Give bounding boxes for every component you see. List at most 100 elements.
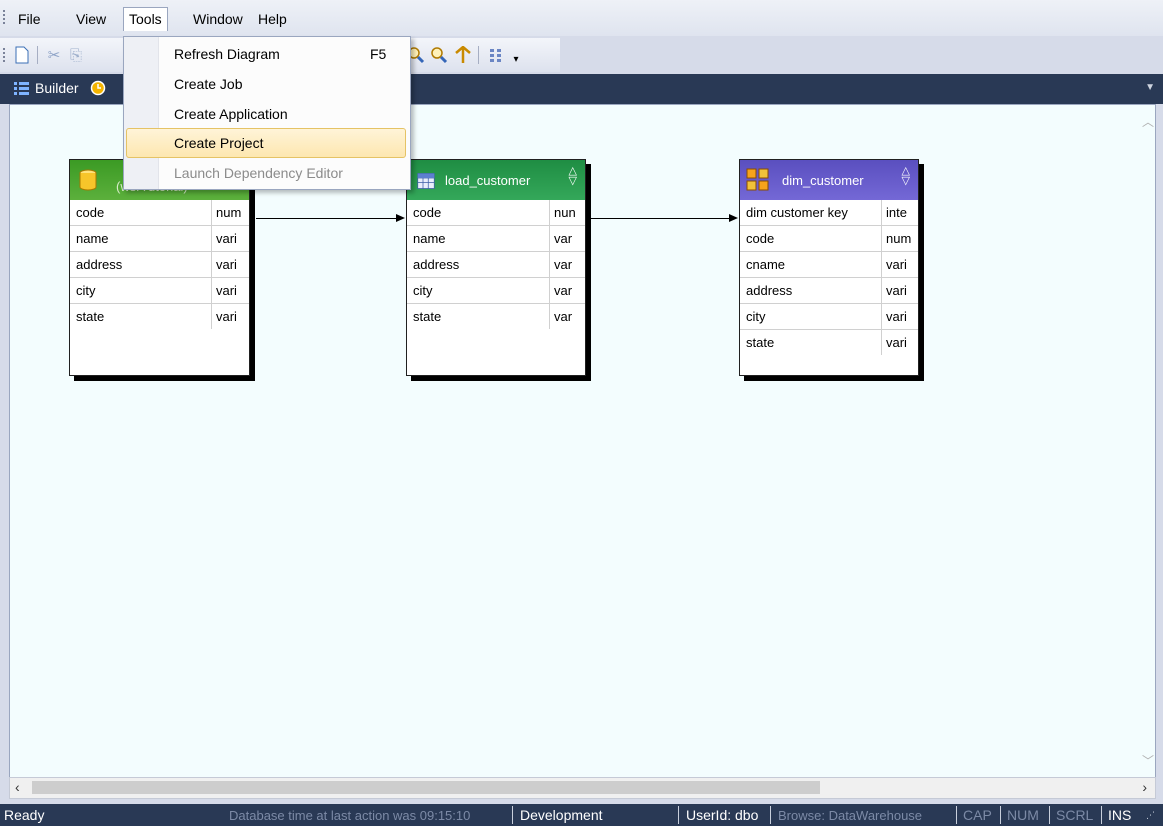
table-row[interactable]: name vari — [70, 226, 249, 252]
menu-window[interactable]: Window — [187, 9, 249, 29]
column-name: state — [76, 309, 105, 324]
sort-toggle-icon[interactable]: △ ▽ — [569, 166, 577, 187]
column-divider — [549, 304, 550, 329]
cut-icon[interactable]: ✂ — [44, 45, 64, 65]
status-db-time: Database time at last action was 09:15:1… — [229, 808, 471, 823]
column-type: vari — [886, 335, 907, 350]
new-file-icon[interactable] — [12, 45, 32, 65]
column-type: vari — [886, 309, 907, 324]
table-row[interactable]: state var — [407, 304, 585, 329]
vertical-scrollbar[interactable]: ︿ ﹀ — [1139, 105, 1155, 777]
menu-item-create-application[interactable]: Create Application — [126, 100, 406, 128]
column-name: code — [76, 205, 105, 220]
status-separator — [1000, 806, 1001, 824]
column-name: dim customer key — [746, 205, 848, 220]
menu-item-shortcut: F5 — [370, 46, 387, 62]
tab-dropdown-icon[interactable]: ▼ — [1145, 82, 1155, 93]
column-name: city — [746, 309, 766, 324]
column-divider — [211, 226, 212, 251]
scroll-left-icon[interactable]: ‹ — [15, 779, 20, 795]
column-type: num — [886, 231, 912, 246]
status-separator — [956, 806, 957, 824]
menu-tools[interactable]: Tools — [123, 7, 168, 31]
menu-view[interactable]: View — [70, 9, 112, 29]
dimension-cubes-icon — [746, 168, 769, 191]
pan-hand-icon[interactable] — [453, 45, 473, 65]
table-row[interactable]: city var — [407, 278, 585, 304]
menu-file[interactable]: File — [12, 9, 47, 29]
table-row[interactable]: address vari — [740, 278, 918, 304]
table-row[interactable]: address vari — [70, 252, 249, 278]
status-environment: Development — [520, 807, 603, 823]
table-row[interactable]: state vari — [70, 304, 249, 329]
source-table-node[interactable]: (wsrTutorial) codenum namevari addressva… — [69, 159, 250, 376]
menu-item-create-job[interactable]: Create Job — [126, 70, 406, 98]
toolbar-overflow-icon[interactable]: ▾ — [506, 49, 526, 69]
scroll-up-icon[interactable]: ︿ — [1142, 113, 1154, 130]
menu-item-create-project[interactable]: Create Project — [126, 128, 406, 158]
table-row[interactable]: state vari — [740, 330, 918, 355]
sort-toggle-icon[interactable]: △ ▽ — [902, 166, 910, 187]
column-name: state — [746, 335, 775, 350]
status-separator — [512, 806, 513, 824]
menu-item-launch-dependency-editor[interactable]: Launch Dependency Editor — [126, 159, 406, 187]
column-type: var — [554, 283, 573, 298]
column-divider — [881, 304, 882, 329]
table-header: dim_customer △ ▽ — [740, 160, 918, 200]
column-name: state — [413, 309, 442, 324]
status-separator — [1049, 806, 1050, 824]
column-name: cname — [746, 257, 786, 272]
menu-item-refresh-diagram[interactable]: Refresh Diagram F5 — [126, 40, 406, 68]
menu-help[interactable]: Help — [252, 9, 293, 29]
column-type: vari — [886, 283, 907, 298]
table-row[interactable]: city vari — [70, 278, 249, 304]
column-name: city — [76, 283, 96, 298]
layout-grid-icon[interactable] — [486, 45, 506, 65]
column-divider — [549, 252, 550, 277]
table-row[interactable]: code num — [70, 200, 249, 226]
connector-line — [256, 218, 398, 219]
column-type: num — [216, 205, 242, 220]
table-row[interactable]: code nun — [407, 200, 585, 226]
table-row[interactable]: city vari — [740, 304, 918, 330]
column-divider — [211, 252, 212, 277]
connector-line — [590, 218, 732, 219]
table-header: load_customer △ ▽ — [407, 160, 585, 200]
menu-item-label: Create Project — [174, 135, 264, 151]
column-divider — [211, 278, 212, 303]
column-divider — [211, 304, 212, 329]
menu-item-label: Launch Dependency Editor — [174, 165, 343, 181]
table-row[interactable]: address var — [407, 252, 585, 278]
column-name: address — [413, 257, 460, 272]
tools-dropdown-menu: Refresh Diagram F5 Create Job Create App… — [123, 36, 411, 190]
column-divider — [881, 200, 882, 225]
status-separator — [1101, 806, 1102, 824]
horizontal-scrollbar[interactable]: ‹ › — [9, 777, 1156, 799]
database-cylinder-icon — [79, 169, 97, 191]
column-type: vari — [216, 257, 237, 272]
tab-builder[interactable]: Builder — [14, 80, 106, 96]
column-name: city — [413, 283, 433, 298]
table-row[interactable]: dim customer key inte — [740, 200, 918, 226]
copy-icon[interactable]: ⎘ — [66, 45, 86, 65]
column-divider — [881, 278, 882, 303]
scroll-right-icon[interactable]: › — [1142, 779, 1147, 795]
zoom-out-icon[interactable] — [429, 45, 449, 65]
resize-grip-icon[interactable]: ⋰ — [1146, 810, 1155, 821]
column-type: nun — [554, 205, 576, 220]
load-table-node[interactable]: load_customer △ ▽ code nun name var address… — [406, 159, 586, 376]
status-num: NUM — [1007, 807, 1039, 823]
diagram-canvas[interactable]: (wsrTutorial) codenum namevari addressva… — [9, 104, 1156, 778]
column-divider — [549, 226, 550, 251]
status-ins: INS — [1108, 807, 1132, 823]
table-row[interactable]: name var — [407, 226, 585, 252]
scroll-down-icon[interactable]: ﹀ — [1142, 752, 1154, 769]
column-divider — [549, 278, 550, 303]
table-row[interactable]: code num — [740, 226, 918, 252]
column-type: inte — [886, 205, 907, 220]
scheduler-clock-icon — [90, 80, 105, 96]
scrollbar-thumb[interactable] — [32, 781, 820, 794]
dimension-table-node[interactable]: dim_customer △ ▽ dim customer key inte cod… — [739, 159, 919, 376]
column-divider — [881, 330, 882, 355]
table-row[interactable]: cname vari — [740, 252, 918, 278]
